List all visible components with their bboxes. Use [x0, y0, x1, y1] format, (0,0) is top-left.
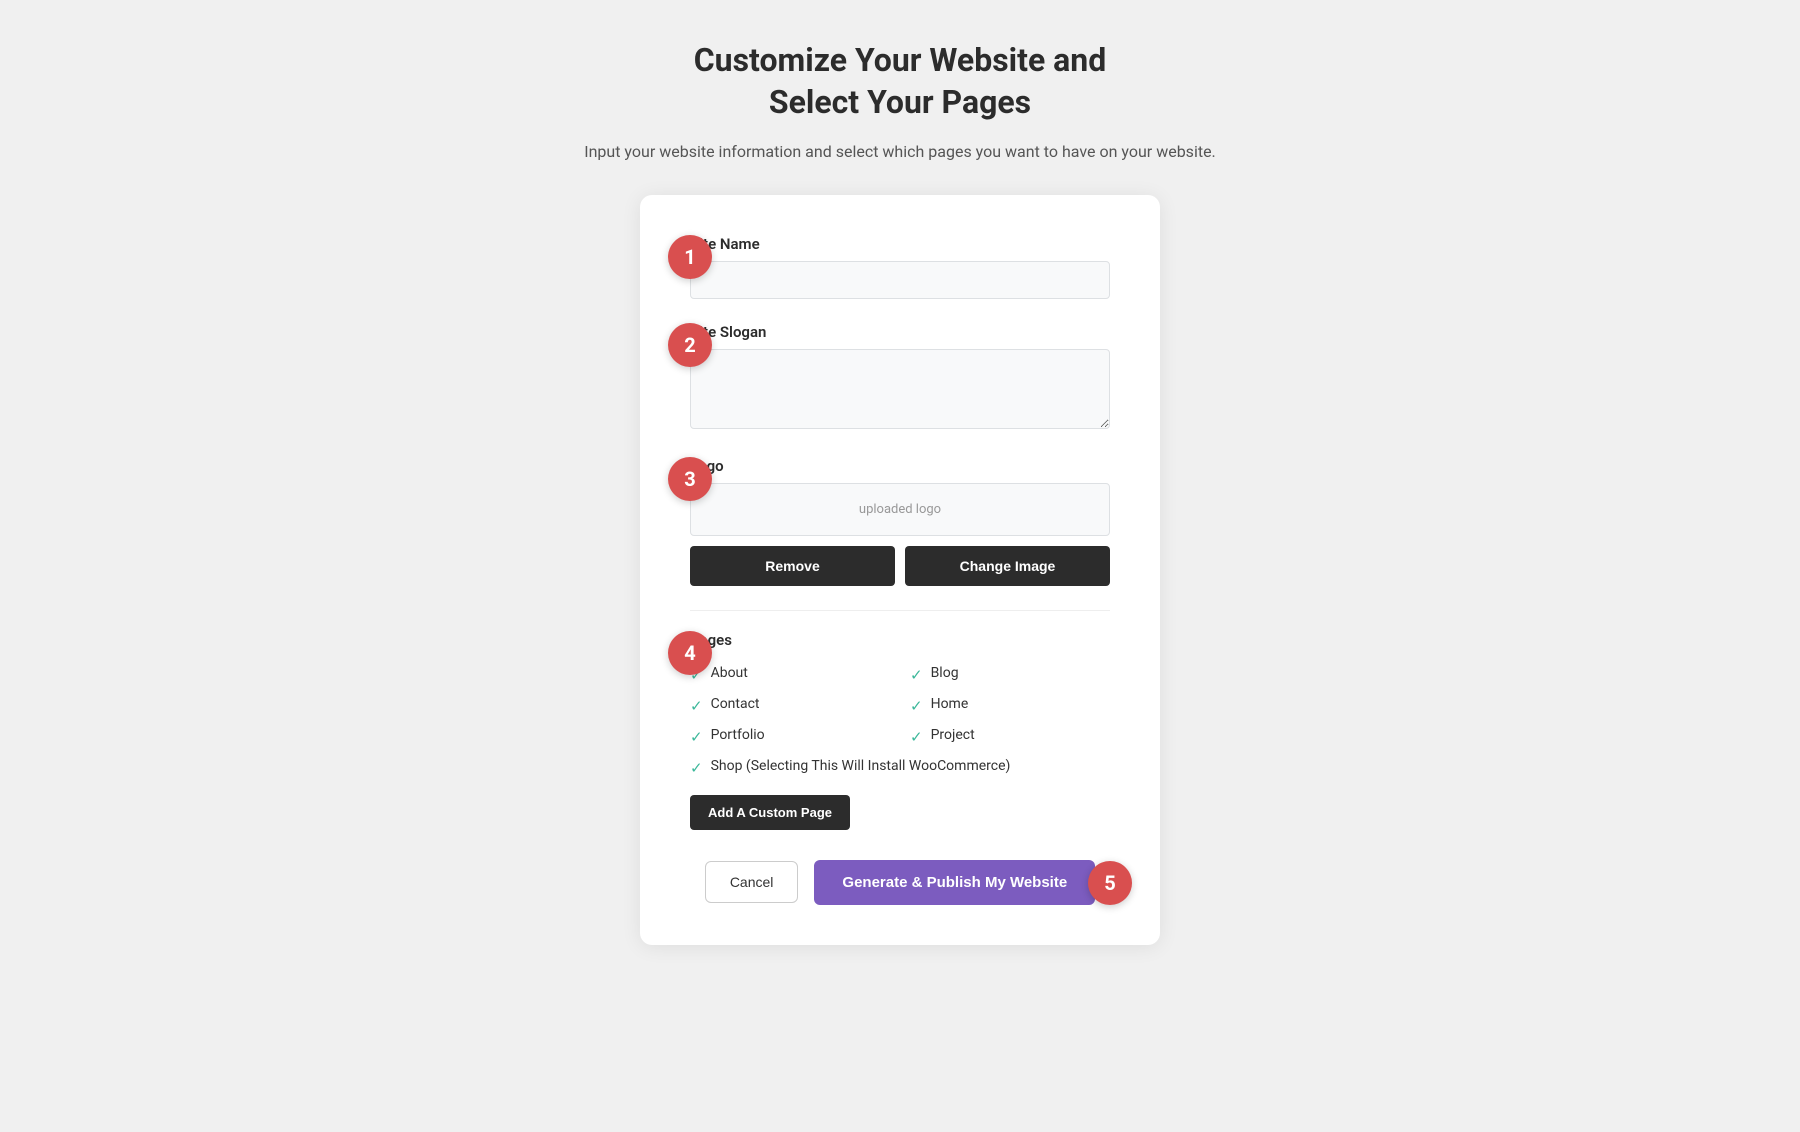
- cancel-button[interactable]: Cancel: [705, 861, 799, 903]
- page-blog-label: Blog: [931, 665, 959, 681]
- site-slogan-label: Site Slogan: [690, 323, 1110, 341]
- check-icon-home: ✓: [910, 697, 923, 715]
- page-about-label: About: [711, 665, 748, 681]
- check-icon-project: ✓: [910, 728, 923, 746]
- remove-button[interactable]: Remove: [690, 546, 895, 586]
- logo-preview: uploaded logo: [690, 483, 1110, 536]
- publish-button[interactable]: Generate & Publish My Website: [814, 860, 1095, 905]
- check-icon-shop: ✓: [690, 759, 703, 777]
- page-project-label: Project: [931, 727, 975, 743]
- site-name-label: Site Name: [690, 235, 1110, 253]
- page-title: Customize Your Website and Select Your P…: [584, 40, 1216, 123]
- form-card: 1 Site Name 2 Site Slogan 3 Logo uploade…: [640, 195, 1160, 945]
- page-blog: ✓ Blog: [910, 665, 1110, 684]
- logo-preview-text: uploaded logo: [859, 502, 941, 517]
- step-2-indicator: 2: [668, 323, 712, 367]
- logo-section: 3 Logo uploaded logo Remove Change Image: [690, 457, 1110, 586]
- pages-grid: ✓ About ✓ Blog ✓ Contact ✓ Home ✓ Portfo…: [690, 665, 1110, 746]
- check-icon-contact: ✓: [690, 697, 703, 715]
- step-5-indicator: 5: [1088, 861, 1132, 905]
- page-portfolio-label: Portfolio: [711, 727, 765, 743]
- page-shop-label: Shop (Selecting This Will Install WooCom…: [711, 758, 1011, 774]
- logo-buttons: Remove Change Image: [690, 546, 1110, 586]
- page-home-label: Home: [931, 696, 969, 712]
- page-header: Customize Your Website and Select Your P…: [584, 40, 1216, 165]
- site-name-input[interactable]: [690, 261, 1110, 299]
- page-portfolio: ✓ Portfolio: [690, 727, 890, 746]
- page-contact: ✓ Contact: [690, 696, 890, 715]
- site-slogan-section: 2 Site Slogan: [690, 323, 1110, 433]
- check-icon-blog: ✓: [910, 666, 923, 684]
- step-3-indicator: 3: [668, 457, 712, 501]
- site-name-section: 1 Site Name: [690, 235, 1110, 299]
- divider: [690, 610, 1110, 611]
- change-image-button[interactable]: Change Image: [905, 546, 1110, 586]
- check-icon-portfolio: ✓: [690, 728, 703, 746]
- pages-section: 4 Pages ✓ About ✓ Blog ✓ Contact ✓ Home …: [690, 631, 1110, 830]
- step-4-indicator: 4: [668, 631, 712, 675]
- page-subtitle: Input your website information and selec…: [584, 139, 1216, 165]
- site-slogan-input[interactable]: [690, 349, 1110, 429]
- page-contact-label: Contact: [711, 696, 760, 712]
- page-about: ✓ About: [690, 665, 890, 684]
- form-footer: Cancel Generate & Publish My Website 5: [690, 860, 1110, 905]
- page-home: ✓ Home: [910, 696, 1110, 715]
- step-1-indicator: 1: [668, 235, 712, 279]
- logo-label: Logo: [690, 457, 1110, 475]
- page-shop: ✓ Shop (Selecting This Will Install WooC…: [690, 758, 1110, 777]
- page-project: ✓ Project: [910, 727, 1110, 746]
- pages-label: Pages: [690, 631, 1110, 649]
- add-custom-page-button[interactable]: Add A Custom Page: [690, 795, 850, 830]
